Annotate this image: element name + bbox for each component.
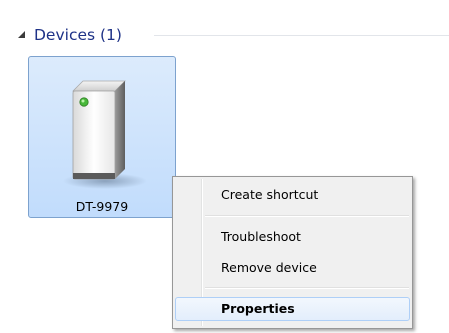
menu-separator xyxy=(205,287,409,289)
menu-separator xyxy=(205,215,409,217)
context-menu: Create shortcut Troubleshoot Remove devi… xyxy=(172,176,413,329)
devices-group-header[interactable]: Devices (1) xyxy=(18,24,449,46)
collapse-triangle-icon[interactable] xyxy=(18,31,25,38)
group-divider xyxy=(154,35,449,36)
device-label: DT-9979 xyxy=(75,199,129,214)
device-tile[interactable]: DT-9979 xyxy=(28,56,176,218)
menu-item-create-shortcut[interactable]: Create shortcut xyxy=(175,183,410,207)
computer-tower-icon xyxy=(63,80,147,189)
group-title: Devices (1) xyxy=(34,26,122,44)
menu-item-remove-device[interactable]: Remove device xyxy=(175,256,410,280)
menu-item-properties[interactable]: Properties xyxy=(175,297,410,321)
menu-item-troubleshoot[interactable]: Troubleshoot xyxy=(175,225,410,249)
